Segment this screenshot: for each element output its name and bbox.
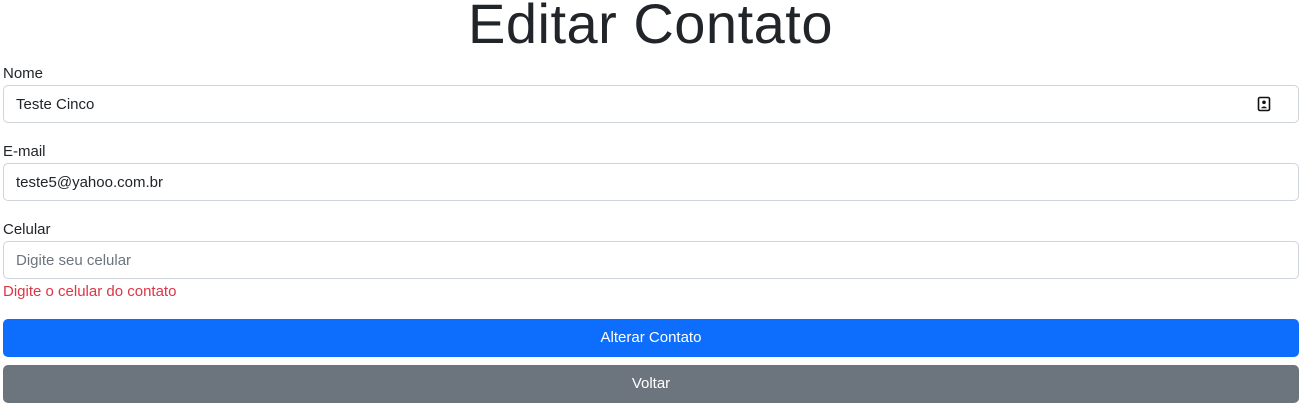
- celular-error-message: Digite o celular do contato: [3, 283, 177, 300]
- email-label: E-mail: [3, 143, 46, 160]
- celular-input[interactable]: [3, 241, 1299, 279]
- contact-card-icon[interactable]: [1257, 96, 1271, 112]
- page-title: Editar Contato: [468, 0, 833, 55]
- celular-label: Celular: [3, 221, 51, 238]
- voltar-button[interactable]: Voltar: [3, 365, 1299, 403]
- edit-contact-page: Editar Contato Nome E-mail Celular Digit…: [0, 0, 1309, 409]
- alterar-contato-button[interactable]: Alterar Contato: [3, 319, 1299, 357]
- nome-label: Nome: [3, 65, 44, 82]
- nome-input[interactable]: [3, 85, 1299, 123]
- email-input[interactable]: [3, 163, 1299, 201]
